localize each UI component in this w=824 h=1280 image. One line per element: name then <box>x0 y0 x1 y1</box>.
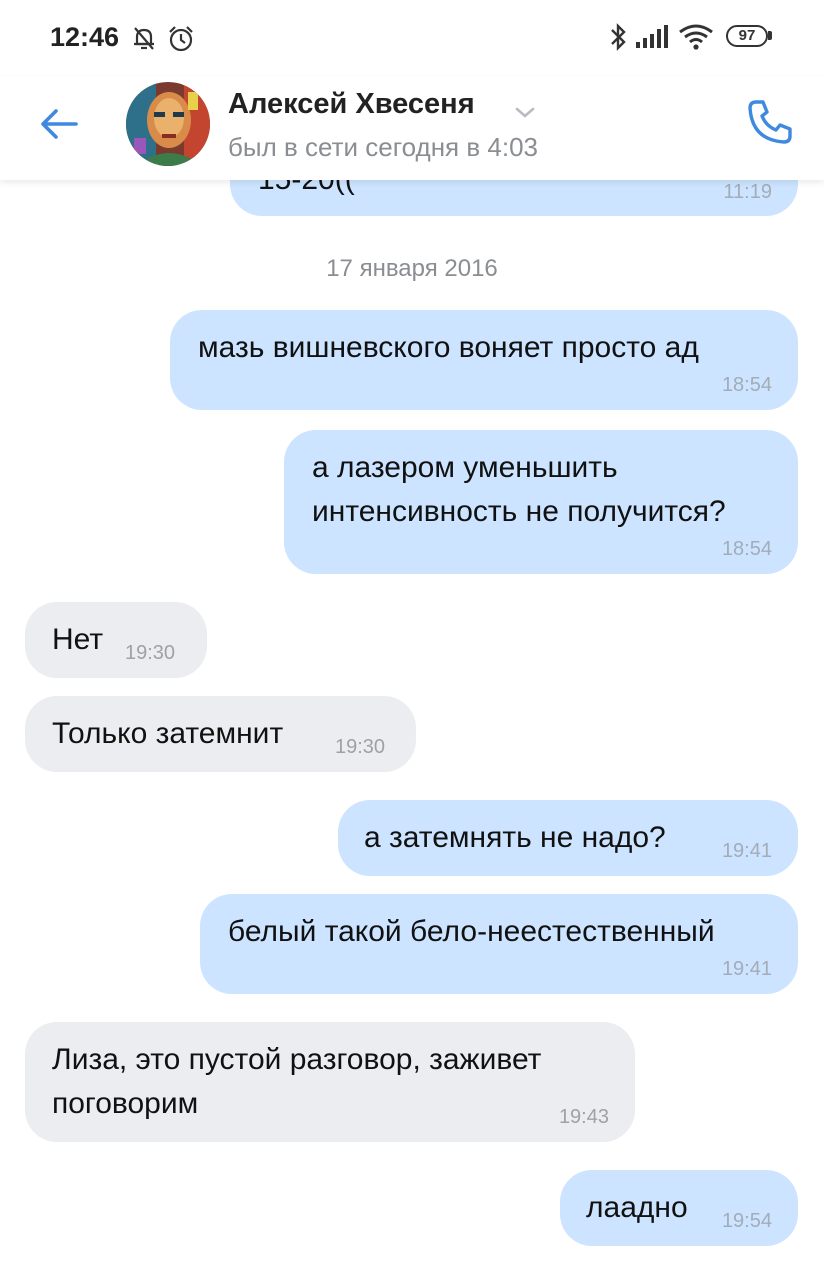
message-bubble[interactable]: лаадно 19:54 <box>560 1170 798 1246</box>
message-text: белый такой бело-неестественный <box>228 915 715 948</box>
message-bubble[interactable]: белый такой бело-неестественный 19:41 <box>200 894 798 994</box>
date-separator: 17 января 2016 <box>326 255 498 282</box>
message-text: Нет <box>52 623 104 656</box>
message-bubble[interactable]: мазь вишневского воняет просто ад 18:54 <box>170 310 798 410</box>
alarm-icon <box>169 26 193 52</box>
message-text-line2: поговорим <box>52 1087 199 1120</box>
message-time: 19:54 <box>721 1210 772 1232</box>
chat-header: Алексей Хвесеня был в сети сегодня в 4:0… <box>0 76 824 180</box>
back-arrow-icon[interactable] <box>36 100 84 148</box>
last-seen-status: был в сети сегодня в 4:03 <box>228 132 538 162</box>
message-time: 19:30 <box>125 642 176 664</box>
chevron-down-icon[interactable] <box>514 106 536 120</box>
message-time: 19:43 <box>558 1106 609 1128</box>
message-time: 18:54 <box>721 374 772 396</box>
message-text: мазь вишневского воняет просто ад <box>198 331 699 364</box>
message-text: Лиза, это пустой разговор, заживет <box>52 1043 542 1076</box>
status-bar: 12:46 97 <box>0 0 824 76</box>
battery-icon: 97 <box>726 25 768 47</box>
status-time: 12:46 <box>50 22 120 52</box>
message-bubble[interactable]: Нет 19:30 <box>25 602 207 678</box>
message-list[interactable]: 15-20(( 11:19 17 января 2016 мазь вишнев… <box>0 0 824 1280</box>
message-time: 19:41 <box>721 840 772 862</box>
phone-icon[interactable] <box>744 96 796 148</box>
message-text: а лазером уменьшить <box>312 451 618 484</box>
contact-name[interactable]: Алексей Хвесеня <box>228 88 475 121</box>
battery-tip <box>768 31 772 40</box>
message-text: Только затемнит <box>52 717 284 750</box>
message-bubble[interactable]: Только затемнит 19:30 <box>25 696 416 772</box>
message-time: 11:19 <box>723 181 772 203</box>
message-text-line2: интенсивность не получится? <box>312 495 726 528</box>
message-time: 18:54 <box>721 538 772 560</box>
bluetooth-icon <box>611 23 626 51</box>
message-time: 19:41 <box>721 958 772 980</box>
message-bubble[interactable]: а лазером уменьшить интенсивность не пол… <box>284 430 798 574</box>
bell-off-icon <box>134 27 154 50</box>
message-bubble[interactable]: а затемнять не надо? 19:41 <box>338 800 798 876</box>
avatar[interactable] <box>126 82 210 166</box>
message-text: лаадно <box>586 1191 688 1224</box>
wifi-icon <box>679 24 713 50</box>
message-text: а затемнять не надо? <box>364 821 666 854</box>
message-time: 19:30 <box>335 736 386 758</box>
signal-icon <box>636 25 668 48</box>
message-bubble[interactable]: Лиза, это пустой разговор, заживет погов… <box>25 1022 635 1142</box>
